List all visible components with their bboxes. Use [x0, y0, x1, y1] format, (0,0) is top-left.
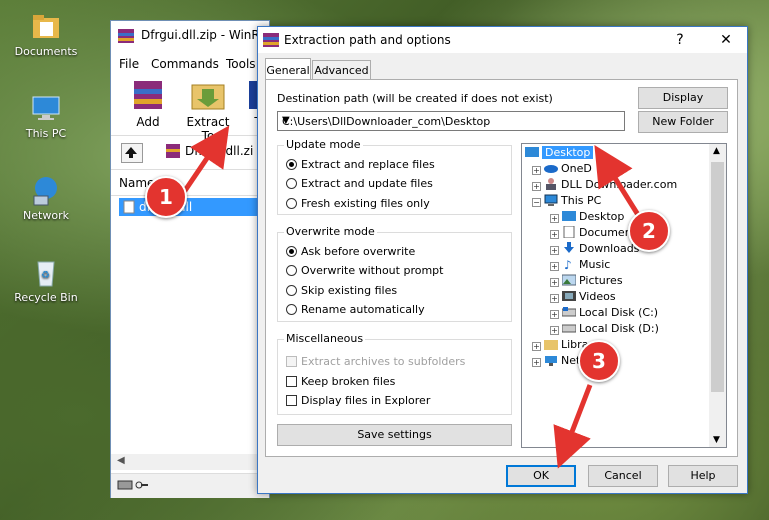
annotation-arrows — [179, 125, 643, 469]
arrow-1 — [179, 125, 230, 197]
step-number: 2 — [628, 210, 670, 252]
step-number: 3 — [578, 340, 620, 382]
step-number: 1 — [145, 176, 187, 218]
arrow-3 — [553, 384, 593, 469]
arrow-2 — [594, 145, 643, 220]
